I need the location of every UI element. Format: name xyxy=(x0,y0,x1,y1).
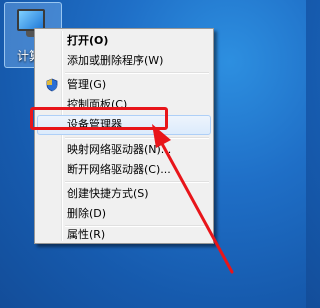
annotation-arrow xyxy=(152,124,234,274)
